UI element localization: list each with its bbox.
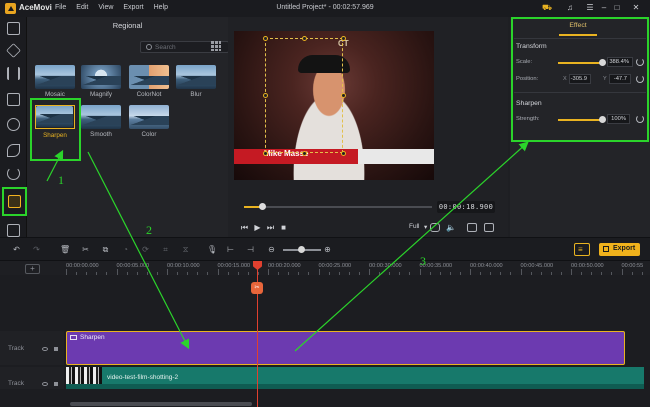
arrow-step-3 bbox=[294, 141, 529, 352]
step-number-3: 3 bbox=[420, 254, 426, 268]
step-number-2: 2 bbox=[146, 223, 152, 237]
step-number-1: 1 bbox=[58, 173, 64, 187]
arrow-step-2 bbox=[87, 151, 190, 350]
tutorial-arrows bbox=[46, 141, 529, 352]
